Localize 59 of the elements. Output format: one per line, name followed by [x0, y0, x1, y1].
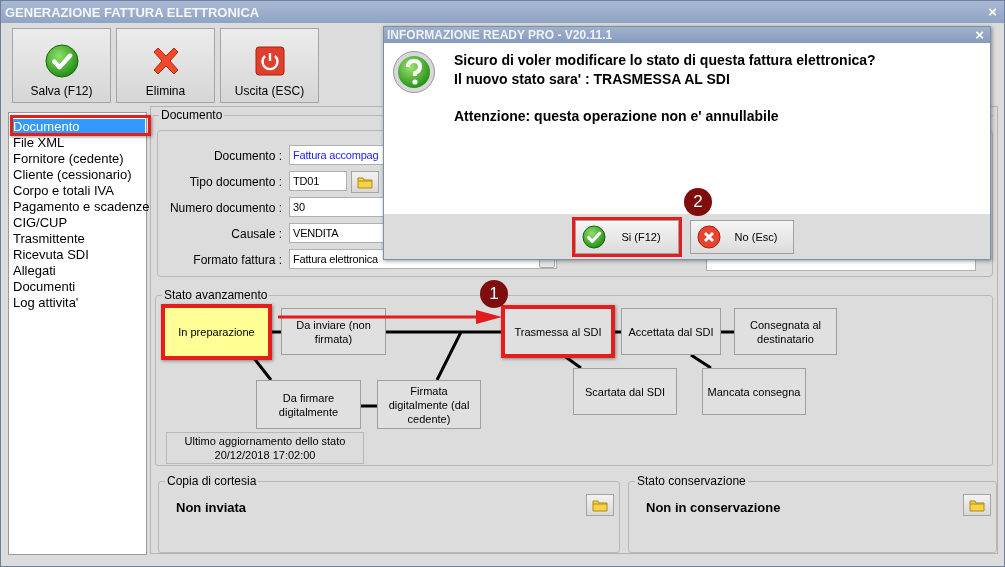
power-icon — [252, 44, 287, 78]
group-title: Stato avanzamento — [162, 288, 270, 302]
dialog-message: Attenzione: questa operazione non e' annullabile — [454, 107, 780, 126]
folder-icon — [592, 498, 608, 512]
status-node[interactable]: Scartata dal SDI — [573, 368, 677, 415]
sidebar-item[interactable]: CIG/CUP — [10, 215, 145, 231]
dialog-title: INFORMAZIONE READY PRO - V20.11.1 — [387, 28, 613, 42]
folder-button[interactable] — [586, 494, 614, 516]
status-node[interactable]: Consegnata al destinatario — [734, 308, 837, 355]
yes-button[interactable]: Si (F12) — [575, 219, 679, 254]
status-node[interactable]: Mancata consegna — [702, 368, 806, 415]
sidebar-item[interactable]: Trasmittente — [10, 231, 145, 247]
dialog-message: Sicuro di voler modificare lo stato di questa fattura elettronica? — [454, 51, 876, 70]
status-node[interactable]: In preparazione — [164, 307, 269, 357]
sidebar-item[interactable]: Fornitore (cedente) — [10, 151, 145, 167]
connector-line — [361, 404, 377, 408]
field-label: Numero documento : — [168, 200, 282, 217]
status-node[interactable]: Da inviare (non firmata) — [281, 308, 386, 355]
check-icon — [582, 224, 606, 249]
status-timestamp: 20/12/2018 17:02:00 — [214, 448, 316, 462]
status-node[interactable]: Da firmare digitalmente — [256, 380, 361, 429]
field-label: Documento : — [212, 148, 282, 165]
folder-icon — [357, 175, 373, 189]
group-title: Copia di cortesia — [165, 474, 259, 488]
step-badge: 1 — [480, 280, 508, 308]
question-icon — [392, 50, 436, 94]
status-info-label: Ultimo aggiornamento dello stato — [184, 434, 346, 448]
connector-line — [690, 353, 712, 370]
step-badge: 2 — [684, 188, 712, 216]
field-label: Tipo documento : — [188, 174, 282, 191]
exit-button[interactable]: Uscita (ESC) — [220, 28, 319, 103]
check-icon — [44, 44, 79, 78]
delete-button[interactable]: Elimina — [116, 28, 215, 103]
sidebar-item[interactable]: Corpo e totali IVA — [10, 183, 145, 199]
status-value: Non in conservazione — [646, 500, 781, 515]
sidebar-item[interactable]: Documenti — [10, 279, 145, 295]
window-title: GENERAZIONE FATTURA ELETTRONICA — [5, 4, 260, 20]
status-node[interactable]: Firmata digitalmente (dal cedente) — [377, 380, 481, 429]
group-title: Documento — [159, 108, 225, 122]
status-node[interactable]: Trasmessa al SDI — [504, 308, 612, 355]
status-node[interactable]: Accettata dal SDI — [621, 308, 721, 355]
folder-button[interactable] — [351, 171, 379, 193]
sidebar-item[interactable]: Log attivita' — [10, 295, 145, 311]
field-label: Formato fattura : — [192, 252, 282, 269]
sidebar-item[interactable]: File XML — [10, 135, 145, 151]
dialog-message: Il nuovo stato sara' : TRASMESSA AL SDI — [454, 70, 731, 89]
field-label: Causale : — [230, 226, 282, 243]
connector-line — [721, 330, 734, 334]
cancel-icon — [697, 224, 721, 249]
save-button[interactable]: Salva (F12) — [12, 28, 111, 103]
sidebar-item[interactable]: Cliente (cessionario) — [10, 167, 145, 183]
status-value: Non inviata — [176, 500, 247, 515]
folder-icon — [969, 498, 985, 512]
folder-button[interactable] — [963, 494, 991, 516]
input-field[interactable]: TD01 — [289, 171, 347, 191]
sidebar-item[interactable]: Ricevuta SDI — [10, 247, 145, 263]
group-title: Stato conservazione — [635, 474, 748, 488]
sidebar-item[interactable]: Allegati — [10, 263, 145, 279]
no-button[interactable]: No (Esc) — [690, 219, 794, 254]
